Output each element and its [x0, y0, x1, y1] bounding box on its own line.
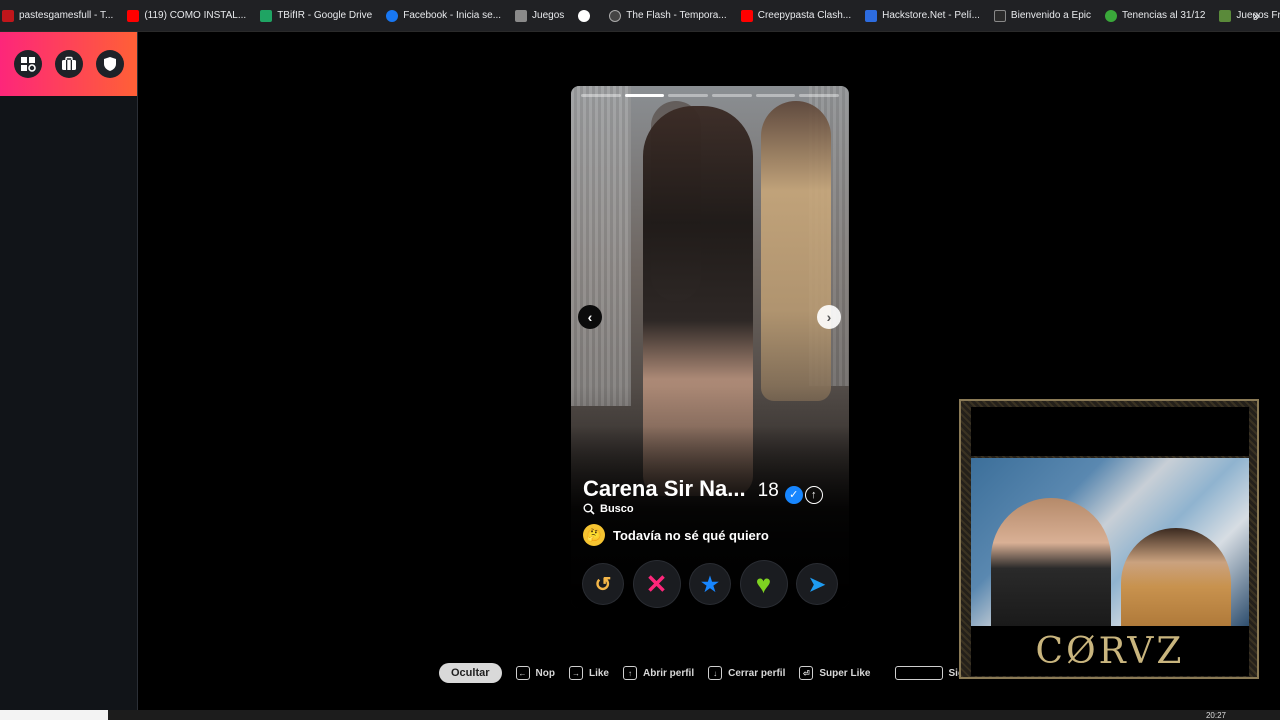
bookmark-favicon — [2, 9, 14, 22]
star-icon: ★ — [701, 573, 719, 596]
photo-progress-segment[interactable] — [581, 94, 621, 97]
shield-icon — [104, 57, 116, 71]
profile-name: Carena Sir Na... — [583, 476, 746, 501]
keyboard-shortcuts-bar: Ocultar ← Nop → Like ↑ Abrir perfil ↓ Cerrar… — [439, 662, 994, 684]
youtube-icon — [740, 9, 753, 22]
enter-key-icon: ⏎ — [799, 666, 814, 680]
photo-progress-segment[interactable] — [712, 94, 752, 97]
shortcut-close-profile: ↓ Cerrar perfil — [708, 666, 785, 680]
chevron-left-icon: ‹ — [587, 309, 593, 325]
bookmark-8[interactable]: Hackstore.Net - Pelí... — [865, 4, 980, 28]
photo-progress — [581, 94, 840, 97]
thinking-face-icon: 🤔 — [583, 524, 605, 546]
shortcut-super-like: ⏎ Super Like — [799, 666, 871, 680]
bookmark-9[interactable]: Bienvenido a Epic — [993, 4, 1091, 28]
rewind-button[interactable]: ↺ — [583, 564, 623, 604]
next-photo-button[interactable]: › — [817, 305, 841, 329]
taskbar: 20:27 — [0, 710, 1280, 720]
arrow-up-key-icon: ↑ — [622, 666, 637, 680]
bookmark-4[interactable]: Juegos — [515, 4, 564, 28]
webcam-top-bar — [971, 407, 1249, 456]
bookmark-0[interactable]: pastesgamesfull - T... — [2, 4, 113, 28]
send-icon: ➤ — [808, 573, 826, 596]
more-bookmarks-icon[interactable]: » — [1253, 8, 1260, 23]
sidebar — [0, 32, 138, 710]
relationship-intent: 🤔 Todavía no sé qué quiero — [583, 524, 769, 546]
rewind-icon: ↺ — [594, 573, 612, 596]
explore-button[interactable] — [14, 50, 42, 78]
looking-for-row: Busco — [583, 503, 634, 515]
bookmark-6[interactable]: The Flash - Tempora... — [609, 4, 727, 28]
photo-progress-segment[interactable] — [624, 94, 665, 97]
heart-icon: ♥ — [755, 568, 772, 599]
photo-progress-segment[interactable] — [755, 94, 796, 97]
like-button[interactable]: ♥ — [740, 561, 787, 607]
bookmark-1[interactable]: (119) COMO INSTAL... — [127, 4, 246, 28]
streamer-right — [1121, 528, 1231, 626]
photo-progress-segment[interactable] — [799, 94, 840, 97]
bookmark-2[interactable]: TBifIR - Google Drive — [260, 4, 372, 28]
action-buttons: ↺ ✕ ★ ♥ ➤ — [583, 561, 837, 607]
google-icon — [578, 9, 591, 22]
photo-wall-left — [571, 86, 631, 406]
hide-shortcuts-button[interactable]: Ocultar — [439, 663, 502, 683]
briefcase-icon — [62, 56, 76, 70]
google-drive-icon — [260, 9, 273, 22]
brand-logo: CØRVZ — [1035, 630, 1185, 672]
relationship-intent-text: Todavía no sé qué quiero — [613, 527, 769, 543]
friv-icon — [1219, 9, 1232, 22]
profile-name-row: Carena Sir Na... 18 ✓ ↑ — [583, 476, 823, 504]
sidebar-header — [0, 32, 137, 96]
previous-photo-button[interactable]: ‹ — [578, 305, 602, 329]
search-icon — [583, 503, 595, 515]
shortcut-open-profile: ↑ Abrir perfil — [622, 666, 694, 680]
streamer-left — [991, 498, 1111, 626]
bookmarks-bar: pastesgamesfull - T... (119) COMO INSTAL… — [0, 0, 1280, 32]
taskbar-search-box[interactable] — [0, 710, 108, 720]
x-icon: ✕ — [645, 568, 668, 599]
profile-card[interactable]: ‹ › Carena Sir Na... 18 ✓ ↑ Busco 🤔 Toda… — [571, 86, 849, 608]
bookmark-3[interactable]: Facebook - Inicia se... — [386, 4, 501, 28]
spacebar-key-icon — [894, 666, 943, 680]
globe-icon — [609, 9, 622, 22]
bookmark-5[interactable] — [578, 4, 595, 28]
epic-games-icon — [993, 9, 1006, 22]
shortcut-nope: ← Nop — [515, 666, 555, 680]
super-like-button[interactable]: ★ — [690, 564, 730, 604]
arrow-left-key-icon: ← — [515, 666, 530, 680]
arrow-down-key-icon: ↓ — [708, 666, 723, 680]
bookmark-7[interactable]: Creepypasta Clash... — [740, 4, 851, 28]
profile-age: 18 — [757, 480, 779, 501]
boost-button[interactable]: ➤ — [797, 564, 837, 604]
youtube-icon — [127, 9, 140, 22]
safety-button[interactable] — [96, 50, 124, 78]
open-profile-icon[interactable]: ↑ — [804, 486, 823, 504]
photo-figure-right — [761, 101, 831, 401]
folder-icon — [515, 9, 528, 22]
facebook-icon — [386, 9, 399, 22]
webcam-video — [971, 458, 1249, 626]
photo-progress-segment[interactable] — [668, 94, 709, 97]
briefcase-button[interactable] — [55, 50, 83, 78]
chevron-right-icon: › — [826, 309, 832, 325]
verified-icon: ✓ — [784, 485, 803, 504]
explore-icon — [21, 57, 36, 72]
looking-for-label: Busco — [600, 503, 634, 515]
taskbar-clock: 20:27 — [1205, 711, 1226, 720]
bookmark-10[interactable]: Tenencias al 31/12 — [1104, 4, 1205, 28]
bookmark-11[interactable]: Juegos Friv — [1219, 4, 1280, 28]
nope-button[interactable]: ✕ — [633, 561, 680, 607]
tenencias-icon — [1104, 9, 1117, 22]
shortcut-like: → Like — [568, 666, 609, 680]
webcam-brand-bar: CØRVZ — [971, 626, 1249, 676]
arrow-right-key-icon: → — [568, 666, 583, 680]
hackstore-icon — [865, 9, 878, 22]
webcam-overlay: CØRVZ — [959, 399, 1259, 679]
